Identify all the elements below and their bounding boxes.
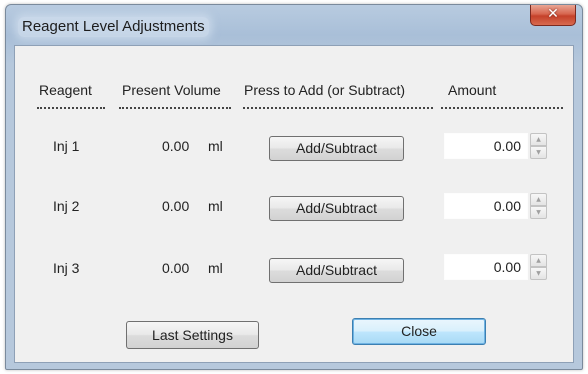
header-divider [243,107,433,109]
reagent-name: Inj 2 [53,198,80,214]
present-volume-value: 0.00 [162,138,190,154]
amount-spinner[interactable]: ▲ ▼ [530,193,547,219]
close-button[interactable]: Close [352,318,486,345]
reagent-name: Inj 3 [53,260,80,276]
spin-down-icon[interactable]: ▼ [530,267,547,280]
volume-unit: ml [208,198,223,214]
volume-unit: ml [208,260,223,276]
volume-unit: ml [208,138,223,154]
amount-input[interactable]: 0.00 [444,133,528,159]
amount-input[interactable]: 0.00 [444,193,528,219]
add-subtract-button[interactable]: Add/Subtract [269,196,404,221]
present-volume-value: 0.00 [162,198,190,214]
amount-spinner[interactable]: ▲ ▼ [530,254,547,280]
title-bar[interactable]: Reagent Level Adjustments ✕ [6,5,582,45]
window-title: Reagent Level Adjustments [18,17,209,37]
header-divider [441,107,563,109]
add-subtract-button[interactable]: Add/Subtract [269,136,404,161]
amount-spinner[interactable]: ▲ ▼ [530,133,547,159]
header-press-to-add: Press to Add (or Subtract) [244,82,406,98]
dialog-window: Reagent Level Adjustments ✕ Reagent Pres… [5,4,583,370]
dialog-body: Reagent Present Volume Press to Add (or … [14,45,574,363]
spin-up-icon[interactable]: ▲ [530,133,547,146]
header-present-volume: Present Volume [122,82,221,98]
spin-up-icon[interactable]: ▲ [530,254,547,267]
header-amount: Amount [448,82,497,98]
header-reagent: Reagent [39,82,92,98]
header-divider [37,107,105,109]
spin-up-icon[interactable]: ▲ [530,193,547,206]
amount-input[interactable]: 0.00 [444,254,528,280]
close-window-icon[interactable]: ✕ [530,5,576,26]
add-subtract-button[interactable]: Add/Subtract [269,258,404,283]
spin-down-icon[interactable]: ▼ [530,146,547,159]
header-divider [119,107,231,109]
reagent-name: Inj 1 [53,138,80,154]
last-settings-button[interactable]: Last Settings [126,321,259,349]
spin-down-icon[interactable]: ▼ [530,206,547,219]
present-volume-value: 0.00 [162,260,190,276]
